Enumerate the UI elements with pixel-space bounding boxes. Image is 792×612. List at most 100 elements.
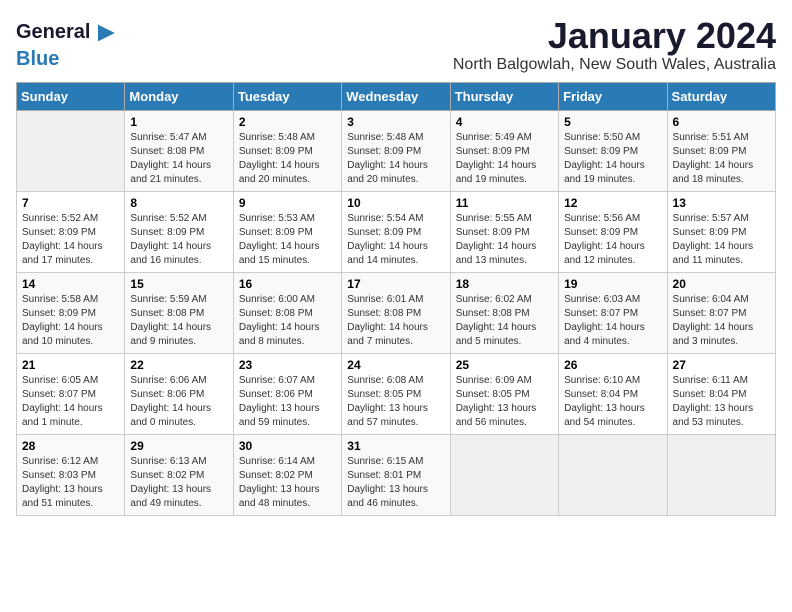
calendar-cell: 2 Sunrise: 5:48 AM Sunset: 8:09 PM Daylig… (233, 110, 341, 191)
week-row-4: 28 Sunrise: 6:12 AM Sunset: 8:03 PM Dayli… (17, 434, 776, 515)
calendar-cell: 15 Sunrise: 5:59 AM Sunset: 8:08 PM Dayli… (125, 272, 233, 353)
day-number: 8 (130, 196, 227, 210)
day-number: 20 (673, 277, 770, 291)
calendar-cell: 8Sunrise: 5:52 AM Sunset: 8:09 PM Daylig… (125, 191, 233, 272)
day-number: 18 (456, 277, 553, 291)
day-info: Sunrise: 6:07 AM Sunset: 8:06 PM Dayligh… (239, 374, 336, 430)
calendar-cell: 25 Sunrise: 6:09 AM Sunset: 8:05 PM Dayli… (450, 353, 558, 434)
day-info: Sunrise: 6:14 AM Sunset: 8:02 PM Dayligh… (239, 455, 336, 511)
header-cell-friday: Friday (559, 82, 667, 110)
calendar-cell: 30 Sunrise: 6:14 AM Sunset: 8:02 PM Dayli… (233, 434, 341, 515)
day-number: 29 (130, 439, 227, 453)
calendar-cell: 5 Sunrise: 5:50 AM Sunset: 8:09 PM Daylig… (559, 110, 667, 191)
logo-blue: Blue (16, 48, 59, 70)
calendar-cell (450, 434, 558, 515)
day-number: 25 (456, 358, 553, 372)
calendar-cell: 27 Sunrise: 6:11 AM Sunset: 8:04 PM Dayli… (667, 353, 775, 434)
calendar-cell: 24Sunrise: 6:08 AM Sunset: 8:05 PM Dayli… (342, 353, 450, 434)
day-info: Sunrise: 5:52 AM Sunset: 8:09 PM Dayligh… (22, 212, 119, 268)
day-info: Sunrise: 5:47 AM Sunset: 8:08 PM Dayligh… (130, 131, 227, 187)
day-info: Sunrise: 6:13 AM Sunset: 8:02 PM Dayligh… (130, 455, 227, 511)
day-number: 30 (239, 439, 336, 453)
day-number: 1 (130, 115, 227, 129)
header-cell-saturday: Saturday (667, 82, 775, 110)
day-info: Sunrise: 5:54 AM Sunset: 8:09 PM Dayligh… (347, 212, 444, 268)
day-number: 9 (239, 196, 336, 210)
calendar-cell (559, 434, 667, 515)
day-number: 7 (22, 196, 119, 210)
header-cell-sunday: Sunday (17, 82, 125, 110)
day-number: 23 (239, 358, 336, 372)
day-number: 16 (239, 277, 336, 291)
calendar-cell: 26Sunrise: 6:10 AM Sunset: 8:04 PM Dayli… (559, 353, 667, 434)
calendar-cell: 28 Sunrise: 6:12 AM Sunset: 8:03 PM Dayli… (17, 434, 125, 515)
day-number: 28 (22, 439, 119, 453)
day-number: 4 (456, 115, 553, 129)
logo: General ► Blue (16, 16, 120, 70)
calendar-cell: 1 Sunrise: 5:47 AM Sunset: 8:08 PM Daylig… (125, 110, 233, 191)
subtitle: North Balgowlah, New South Wales, Austra… (453, 56, 776, 74)
calendar-cell: 29 Sunrise: 6:13 AM Sunset: 8:02 PM Dayli… (125, 434, 233, 515)
day-number: 12 (564, 196, 661, 210)
day-number: 14 (22, 277, 119, 291)
calendar-cell: 16 Sunrise: 6:00 AM Sunset: 8:08 PM Dayli… (233, 272, 341, 353)
day-number: 21 (22, 358, 119, 372)
week-row-3: 21Sunrise: 6:05 AM Sunset: 8:07 PM Dayli… (17, 353, 776, 434)
logo-arrow-icon: ► (92, 16, 120, 48)
calendar-cell (667, 434, 775, 515)
day-number: 26 (564, 358, 661, 372)
calendar-cell: 21Sunrise: 6:05 AM Sunset: 8:07 PM Dayli… (17, 353, 125, 434)
day-number: 22 (130, 358, 227, 372)
title-section: January 2024 North Balgowlah, New South … (453, 16, 776, 74)
day-number: 10 (347, 196, 444, 210)
day-info: Sunrise: 6:01 AM Sunset: 8:08 PM Dayligh… (347, 293, 444, 349)
day-number: 31 (347, 439, 444, 453)
day-info: Sunrise: 5:56 AM Sunset: 8:09 PM Dayligh… (564, 212, 661, 268)
day-info: Sunrise: 6:11 AM Sunset: 8:04 PM Dayligh… (673, 374, 770, 430)
day-number: 3 (347, 115, 444, 129)
day-info: Sunrise: 6:00 AM Sunset: 8:08 PM Dayligh… (239, 293, 336, 349)
calendar-cell: 9 Sunrise: 5:53 AM Sunset: 8:09 PM Daylig… (233, 191, 341, 272)
day-info: Sunrise: 5:49 AM Sunset: 8:09 PM Dayligh… (456, 131, 553, 187)
calendar-cell: 20Sunrise: 6:04 AM Sunset: 8:07 PM Dayli… (667, 272, 775, 353)
day-info: Sunrise: 5:50 AM Sunset: 8:09 PM Dayligh… (564, 131, 661, 187)
day-info: Sunrise: 6:09 AM Sunset: 8:05 PM Dayligh… (456, 374, 553, 430)
calendar-cell: 11Sunrise: 5:55 AM Sunset: 8:09 PM Dayli… (450, 191, 558, 272)
calendar-cell: 3 Sunrise: 5:48 AM Sunset: 8:09 PM Daylig… (342, 110, 450, 191)
day-number: 27 (673, 358, 770, 372)
calendar-cell (17, 110, 125, 191)
day-info: Sunrise: 6:06 AM Sunset: 8:06 PM Dayligh… (130, 374, 227, 430)
day-number: 5 (564, 115, 661, 129)
calendar-cell: 31Sunrise: 6:15 AM Sunset: 8:01 PM Dayli… (342, 434, 450, 515)
page-header: General ► Blue January 2024 North Balgow… (16, 16, 776, 74)
calendar-cell: 17 Sunrise: 6:01 AM Sunset: 8:08 PM Dayli… (342, 272, 450, 353)
logo-general: General (16, 21, 90, 43)
calendar-cell: 4 Sunrise: 5:49 AM Sunset: 8:09 PM Daylig… (450, 110, 558, 191)
calendar-cell: 14 Sunrise: 5:58 AM Sunset: 8:09 PM Dayli… (17, 272, 125, 353)
calendar-cell: 22 Sunrise: 6:06 AM Sunset: 8:06 PM Dayli… (125, 353, 233, 434)
header-cell-wednesday: Wednesday (342, 82, 450, 110)
calendar-body: 1 Sunrise: 5:47 AM Sunset: 8:08 PM Daylig… (17, 110, 776, 515)
week-row-1: 7 Sunrise: 5:52 AM Sunset: 8:09 PM Daylig… (17, 191, 776, 272)
day-number: 13 (673, 196, 770, 210)
day-info: Sunrise: 5:48 AM Sunset: 8:09 PM Dayligh… (347, 131, 444, 187)
calendar-cell: 23 Sunrise: 6:07 AM Sunset: 8:06 PM Dayli… (233, 353, 341, 434)
day-info: Sunrise: 5:48 AM Sunset: 8:09 PM Dayligh… (239, 131, 336, 187)
week-row-0: 1 Sunrise: 5:47 AM Sunset: 8:08 PM Daylig… (17, 110, 776, 191)
calendar-cell: 18Sunrise: 6:02 AM Sunset: 8:08 PM Dayli… (450, 272, 558, 353)
day-number: 11 (456, 196, 553, 210)
day-info: Sunrise: 5:58 AM Sunset: 8:09 PM Dayligh… (22, 293, 119, 349)
day-info: Sunrise: 5:57 AM Sunset: 8:09 PM Dayligh… (673, 212, 770, 268)
header-row: SundayMondayTuesdayWednesdayThursdayFrid… (17, 82, 776, 110)
calendar-cell: 13 Sunrise: 5:57 AM Sunset: 8:09 PM Dayli… (667, 191, 775, 272)
day-info: Sunrise: 6:12 AM Sunset: 8:03 PM Dayligh… (22, 455, 119, 511)
day-number: 2 (239, 115, 336, 129)
day-info: Sunrise: 6:03 AM Sunset: 8:07 PM Dayligh… (564, 293, 661, 349)
day-info: Sunrise: 6:08 AM Sunset: 8:05 PM Dayligh… (347, 374, 444, 430)
day-number: 15 (130, 277, 227, 291)
day-info: Sunrise: 5:53 AM Sunset: 8:09 PM Dayligh… (239, 212, 336, 268)
main-title: January 2024 (453, 16, 776, 56)
day-number: 17 (347, 277, 444, 291)
day-info: Sunrise: 5:51 AM Sunset: 8:09 PM Dayligh… (673, 131, 770, 187)
day-info: Sunrise: 5:59 AM Sunset: 8:08 PM Dayligh… (130, 293, 227, 349)
